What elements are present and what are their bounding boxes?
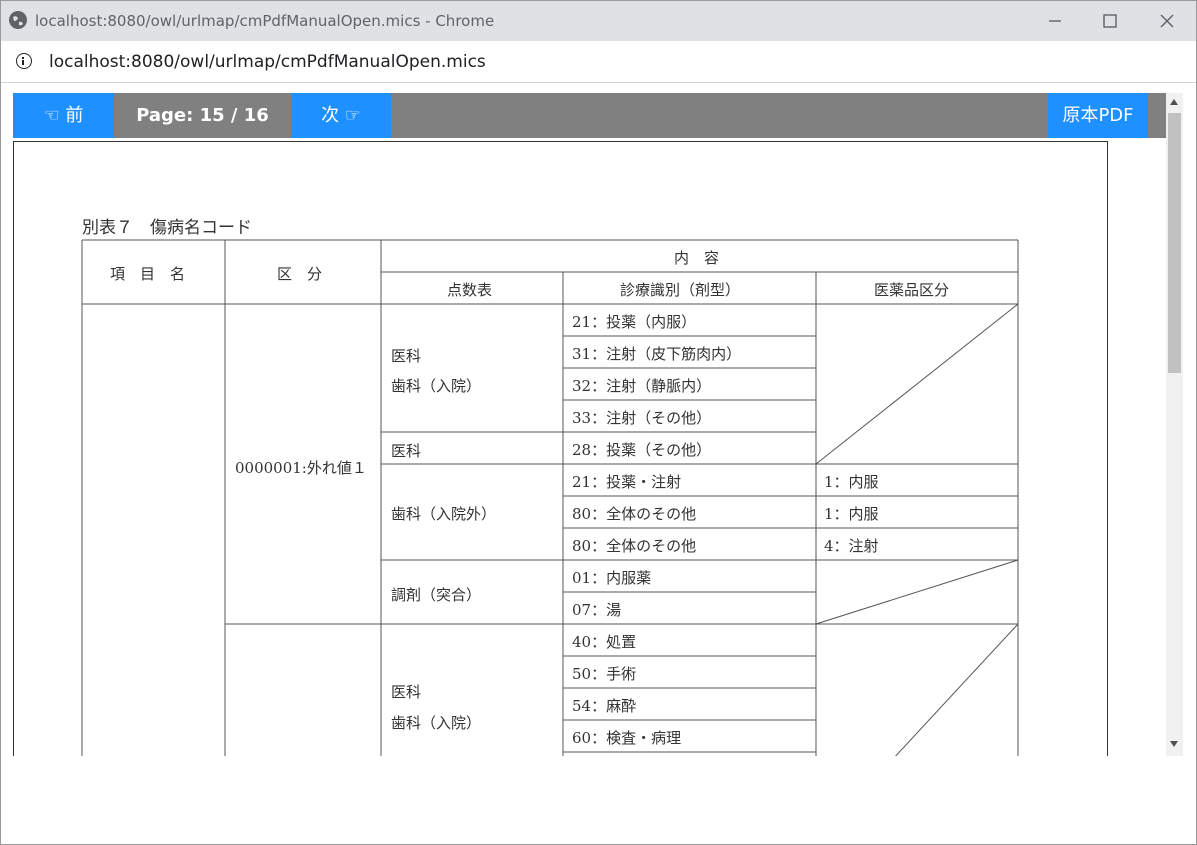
diagnosis-cell: 21：投薬（内服） <box>572 313 697 331</box>
diagnosis-cell: 80：全体のその他 <box>572 505 697 523</box>
diagnosis-cell: 80：全体のその他 <box>572 537 697 555</box>
vertical-scrollbar[interactable] <box>1166 93 1183 756</box>
diagnosis-cell: 54：麻酔 <box>572 697 637 715</box>
diagnosis-cell: 33：注射（その他） <box>572 409 712 427</box>
page-indicator: Page: 15 / 16 <box>136 105 269 126</box>
window-title: localhost:8080/owl/urlmap/cmPdfManualOpe… <box>35 12 495 30</box>
score-table-cell: 歯科（入院） <box>391 377 482 395</box>
score-table-cell: 医科 <box>391 683 422 701</box>
browser-window: localhost:8080/owl/urlmap/cmPdfManualOpe… <box>0 0 1197 845</box>
diagnosis-cell: 07：湯 <box>572 601 622 619</box>
url-text[interactable]: localhost:8080/owl/urlmap/cmPdfManualOpe… <box>49 52 486 72</box>
header-item-name: 項 目 名 <box>110 265 186 283</box>
score-table-cell: 歯科（入院外） <box>391 505 497 523</box>
drug-category-cell: 4：注射 <box>824 537 879 555</box>
maximize-icon <box>1103 14 1117 28</box>
scroll-up-arrow-icon[interactable] <box>1170 99 1178 105</box>
category-label: 0000001:外れ値１ <box>235 459 367 477</box>
prev-page-button[interactable]: ☜ 前 <box>13 93 114 138</box>
pdf-viewer: ☜ 前 Page: 15 / 16 次 ☞ 原本PDF 別表７ 傷病名コード 項… <box>13 93 1166 756</box>
diagnosis-cell: 28：投薬（その他） <box>572 441 712 459</box>
original-pdf-button[interactable]: 原本PDF <box>1048 93 1148 138</box>
diagnosis-cell: 01：内服薬 <box>572 569 652 587</box>
diagnosis-cell: 60：検査・病理 <box>572 729 682 747</box>
globe-icon <box>9 11 27 29</box>
title-bar: localhost:8080/owl/urlmap/cmPdfManualOpe… <box>1 1 1196 41</box>
header-diagnosis-type: 診療識別（剤型） <box>620 281 741 299</box>
header-score-table: 点数表 <box>447 281 493 299</box>
diagnosis-cell: 31：注射（皮下筋肉内） <box>572 345 742 363</box>
header-category: 区 分 <box>277 265 323 283</box>
info-icon[interactable] <box>16 53 32 69</box>
close-button[interactable] <box>1138 1 1196 41</box>
score-table-cell: 医科 <box>391 442 422 460</box>
scroll-thumb[interactable] <box>1168 113 1181 373</box>
diagnosis-cell: 50：手術 <box>572 665 637 683</box>
viewer-toolbar: ☜ 前 Page: 15 / 16 次 ☞ 原本PDF <box>13 93 1166 138</box>
diagnosis-cell: 32：注射（静脈内） <box>572 377 712 395</box>
score-table-cell: 調剤（突合） <box>391 586 482 604</box>
diagnosis-cell: 40：処置 <box>572 633 637 651</box>
scroll-down-arrow-icon[interactable] <box>1170 741 1178 747</box>
drug-category-cell: 1：内服 <box>824 473 879 491</box>
pdf-page: 別表７ 傷病名コード 項 目 名 区 分 内 容 点数表 診療識別（剤型） 医薬… <box>13 141 1108 756</box>
close-icon <box>1160 14 1174 28</box>
score-table-cell: 歯科（入院） <box>391 714 482 732</box>
minimize-button[interactable] <box>1026 1 1084 41</box>
score-table-cell: 医科 <box>391 347 422 365</box>
address-bar: localhost:8080/owl/urlmap/cmPdfManualOpe… <box>1 41 1196 83</box>
next-page-button[interactable]: 次 ☞ <box>291 93 391 138</box>
table-grid <box>81 239 1019 756</box>
minimize-icon <box>1049 20 1061 22</box>
header-contents: 内 容 <box>674 249 720 267</box>
drug-category-cell: 1：内服 <box>824 505 879 523</box>
maximize-button[interactable] <box>1081 1 1139 41</box>
header-drug-category: 医薬品区分 <box>874 281 950 299</box>
diagnosis-cell: 21：投薬・注射 <box>572 473 682 491</box>
